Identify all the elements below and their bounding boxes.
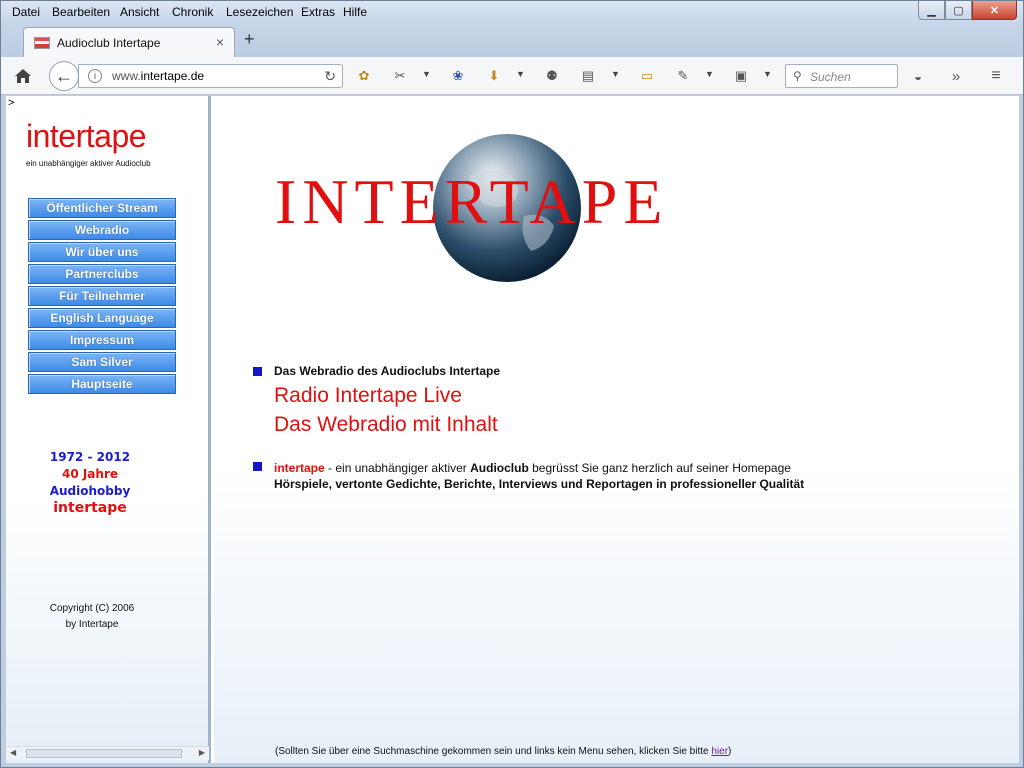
clipboard-icon[interactable]: ▤ xyxy=(579,67,597,85)
close-icon: ✕ xyxy=(989,4,1000,17)
nav-wir-ueber-uns[interactable]: Wir über uns xyxy=(28,242,176,262)
tab-close-icon[interactable]: × xyxy=(216,34,224,50)
window-controls: ▁ ▢ ✕ xyxy=(918,1,1017,21)
navigation-toolbar: i www.intertape.de ↻ ← ✿ ✂ ▼ ❀ ⬇ ▼ ⚉ ▤ ▼… xyxy=(1,57,1023,95)
hier-link[interactable]: hier xyxy=(711,746,728,757)
info-icon[interactable]: i xyxy=(88,69,102,83)
anniversary-hobby: Audiohobby xyxy=(49,484,131,498)
page-viewport: > intertape ein unabhängiger aktiver Aud… xyxy=(6,96,1019,763)
tab-strip: Audioclub Intertape × + xyxy=(1,23,1023,57)
radio-intertape-live-link[interactable]: Radio Intertape Live xyxy=(274,384,462,408)
browser-window: Datei Bearbeiten Ansicht Chronik Lesezei… xyxy=(0,0,1024,768)
dropdown-icon[interactable]: ▼ xyxy=(611,69,620,79)
copyright-line-2: by Intertape xyxy=(65,619,119,630)
menu-hilfe[interactable]: Hilfe xyxy=(343,5,367,19)
bullet-icon xyxy=(253,462,262,471)
footnote-text: (Sollten Sie über eine Suchmaschine geko… xyxy=(275,746,732,757)
main-frame: INTERTAPE Das Webradio des Audioclubs In… xyxy=(214,96,1019,763)
nav-english-language[interactable]: English Language xyxy=(28,308,176,328)
eyedropper-icon[interactable]: ✎ xyxy=(674,67,692,85)
close-window-button[interactable]: ✕ xyxy=(972,1,1017,20)
pocket-icon[interactable]: ◒ xyxy=(909,67,927,85)
copyright-line-1: Copyright (C) 2006 xyxy=(49,603,135,614)
anniversary-badge: 1972 - 2012 40 Jahre Audiohobby intertap… xyxy=(40,449,140,517)
scrollbar-thumb[interactable] xyxy=(26,749,182,758)
maximize-icon: ▢ xyxy=(953,4,964,17)
tab-audioclub-intertape[interactable]: Audioclub Intertape × xyxy=(23,27,235,57)
notes-icon[interactable]: ▣ xyxy=(732,67,750,85)
tab-title: Audioclub Intertape xyxy=(57,36,161,50)
dropdown-icon[interactable]: ▼ xyxy=(705,69,714,79)
overflow-icon[interactable]: » xyxy=(947,67,965,85)
anniversary-name: intertape xyxy=(53,500,127,516)
menu-chronik[interactable]: Chronik xyxy=(172,5,213,19)
nav-fuer-teilnehmer[interactable]: Für Teilnehmer xyxy=(28,286,176,306)
menu-lesezeichen[interactable]: Lesezeichen xyxy=(226,5,293,19)
nav-oeffentlicher-stream[interactable]: Öffentlicher Stream xyxy=(28,198,176,218)
anniversary-years: 1972 - 2012 xyxy=(49,450,131,464)
copyright-text: Copyright (C) 2006 by Intertape xyxy=(26,601,158,633)
addon-icon-4[interactable]: ⚉ xyxy=(543,67,561,85)
sidebar-frame: > intertape ein unabhängiger aktiver Aud… xyxy=(6,96,211,763)
welcome-brand: intertape xyxy=(274,461,325,475)
scroll-left-icon[interactable]: ◀ xyxy=(10,748,16,757)
back-arrow-icon: ← xyxy=(55,65,73,86)
dropdown-icon[interactable]: ▼ xyxy=(422,69,431,79)
welcome-line-2: Hörspiele, vertonte Gedichte, Berichte, … xyxy=(274,477,805,491)
welcome-line-1: intertape - ein unabhängiger aktiver Aud… xyxy=(274,461,791,475)
dropdown-icon[interactable]: ▼ xyxy=(763,69,772,79)
search-icon: ⚲ xyxy=(793,69,802,83)
bullet-icon xyxy=(253,367,262,376)
search-placeholder: Suchen xyxy=(810,70,851,84)
menu-bearbeiten[interactable]: Bearbeiten xyxy=(52,5,110,19)
reload-icon[interactable]: ↻ xyxy=(324,68,336,85)
nav-sam-silver[interactable]: Sam Silver xyxy=(28,352,176,372)
addon-icon-3[interactable]: ❀ xyxy=(449,67,467,85)
addon-icon-1[interactable]: ✿ xyxy=(355,67,373,85)
download-icon[interactable]: ⬇ xyxy=(485,67,503,85)
scroll-right-icon[interactable]: ▶ xyxy=(199,748,205,757)
url-bar[interactable]: i www.intertape.de ↻ xyxy=(78,64,343,88)
site-tagline: ein unabhängiger aktiver Audioclub xyxy=(26,159,151,168)
menu-ansicht[interactable]: Ansicht xyxy=(120,5,159,19)
menu-bar: Datei Bearbeiten Ansicht Chronik Lesezei… xyxy=(1,1,1023,23)
hamburger-menu-icon[interactable]: ≡ xyxy=(987,67,1005,85)
caret-text: > xyxy=(8,97,15,109)
site-logo: intertape xyxy=(26,118,147,154)
maximize-button[interactable]: ▢ xyxy=(945,1,972,20)
favicon-icon xyxy=(34,37,50,49)
anniversary-jahre: 40 Jahre xyxy=(61,467,119,481)
ruler-icon[interactable]: ▭ xyxy=(638,67,656,85)
menu-extras[interactable]: Extras xyxy=(301,5,335,19)
intertape-globe-banner: INTERTAPE xyxy=(275,134,668,282)
addon-icon-2[interactable]: ✂ xyxy=(391,67,409,85)
nav-hauptseite[interactable]: Hauptseite xyxy=(28,374,176,394)
section-heading-webradio: Das Webradio des Audioclubs Intertape xyxy=(274,364,501,378)
minimize-button[interactable]: ▁ xyxy=(918,1,945,20)
nav-partnerclubs[interactable]: Partnerclubs xyxy=(28,264,176,284)
new-tab-button[interactable]: + xyxy=(244,29,255,50)
webradio-mit-inhalt-link[interactable]: Das Webradio mit Inhalt xyxy=(274,413,498,437)
url-text[interactable]: www.intertape.de xyxy=(112,69,204,83)
minimize-icon: ▁ xyxy=(927,4,936,17)
home-icon[interactable] xyxy=(13,66,33,86)
welcome-text: intertape - ein unabhängiger aktiver Aud… xyxy=(274,460,804,492)
horizontal-scrollbar[interactable]: ◀ ▶ xyxy=(6,746,209,760)
search-input[interactable]: ⚲ Suchen xyxy=(785,64,898,88)
dropdown-icon[interactable]: ▼ xyxy=(516,69,525,79)
banner-text: INTERTAPE xyxy=(275,166,668,237)
nav-impressum[interactable]: Impressum xyxy=(28,330,176,350)
back-button[interactable]: ← xyxy=(49,61,79,91)
menu-datei[interactable]: Datei xyxy=(12,5,40,19)
nav-webradio[interactable]: Webradio xyxy=(28,220,176,240)
